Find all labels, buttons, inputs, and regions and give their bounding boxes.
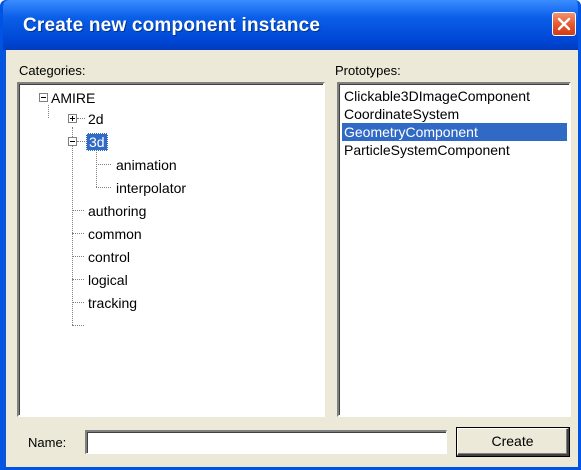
- categories-tree[interactable]: AMIRE 2d 3d animation interpolator autho…: [17, 82, 325, 417]
- tree-node-3d[interactable]: 3d: [86, 133, 108, 151]
- prototypes-list[interactable]: Clickable3DImageComponent CoordinateSyst…: [337, 82, 571, 417]
- prototype-item-selected[interactable]: GeometryComponent: [342, 123, 567, 141]
- prototype-item[interactable]: Clickable3DImageComponent: [342, 87, 567, 105]
- tree-line: [72, 302, 84, 303]
- dialog-body: Categories: Prototypes: AMIRE 2d 3d anim…: [6, 50, 578, 467]
- categories-label: Categories:: [19, 63, 86, 78]
- tree-line: [77, 118, 85, 119]
- name-label: Name:: [28, 435, 67, 450]
- collapse-toggle-amire[interactable]: [39, 93, 48, 102]
- tree-line: [72, 325, 84, 326]
- prototypes-label: Prototypes:: [335, 63, 401, 78]
- name-input[interactable]: [85, 430, 447, 454]
- tree-line: [72, 210, 84, 211]
- tree-line: [77, 141, 85, 142]
- title-bar[interactable]: Create new component instance: [3, 0, 578, 50]
- dialog-window: Create new component instance Categories…: [0, 0, 581, 470]
- collapse-toggle-3d[interactable]: [68, 137, 77, 146]
- tree-node-tracking[interactable]: tracking: [88, 294, 137, 312]
- tree-node-logical[interactable]: logical: [88, 271, 128, 289]
- close-icon: [557, 17, 571, 31]
- close-button[interactable]: [552, 12, 576, 36]
- create-button[interactable]: Create: [457, 428, 569, 456]
- tree-line: [48, 105, 49, 118]
- minus-icon: [70, 141, 75, 142]
- tree-line: [72, 233, 84, 234]
- tree-line: [96, 164, 111, 165]
- tree-line: [96, 149, 97, 187]
- tree-node-2d[interactable]: 2d: [88, 110, 104, 128]
- prototype-item[interactable]: ParticleSystemComponent: [342, 141, 567, 159]
- tree-node-control[interactable]: control: [88, 248, 130, 266]
- minus-icon: [41, 97, 46, 98]
- tree-node-amire[interactable]: AMIRE: [51, 89, 95, 107]
- tree-node-common[interactable]: common: [88, 225, 142, 243]
- expand-toggle-2d[interactable]: [68, 114, 77, 123]
- tree-line: [72, 279, 84, 280]
- tree-line: [96, 187, 111, 188]
- tree-line: [72, 127, 73, 325]
- prototype-item[interactable]: CoordinateSystem: [342, 105, 567, 123]
- tree-node-animation[interactable]: animation: [116, 156, 177, 174]
- tree-node-interpolator[interactable]: interpolator: [116, 179, 186, 197]
- tree-node-authoring[interactable]: authoring: [88, 202, 146, 220]
- dialog-title: Create new component instance: [23, 15, 321, 36]
- tree-line: [72, 256, 84, 257]
